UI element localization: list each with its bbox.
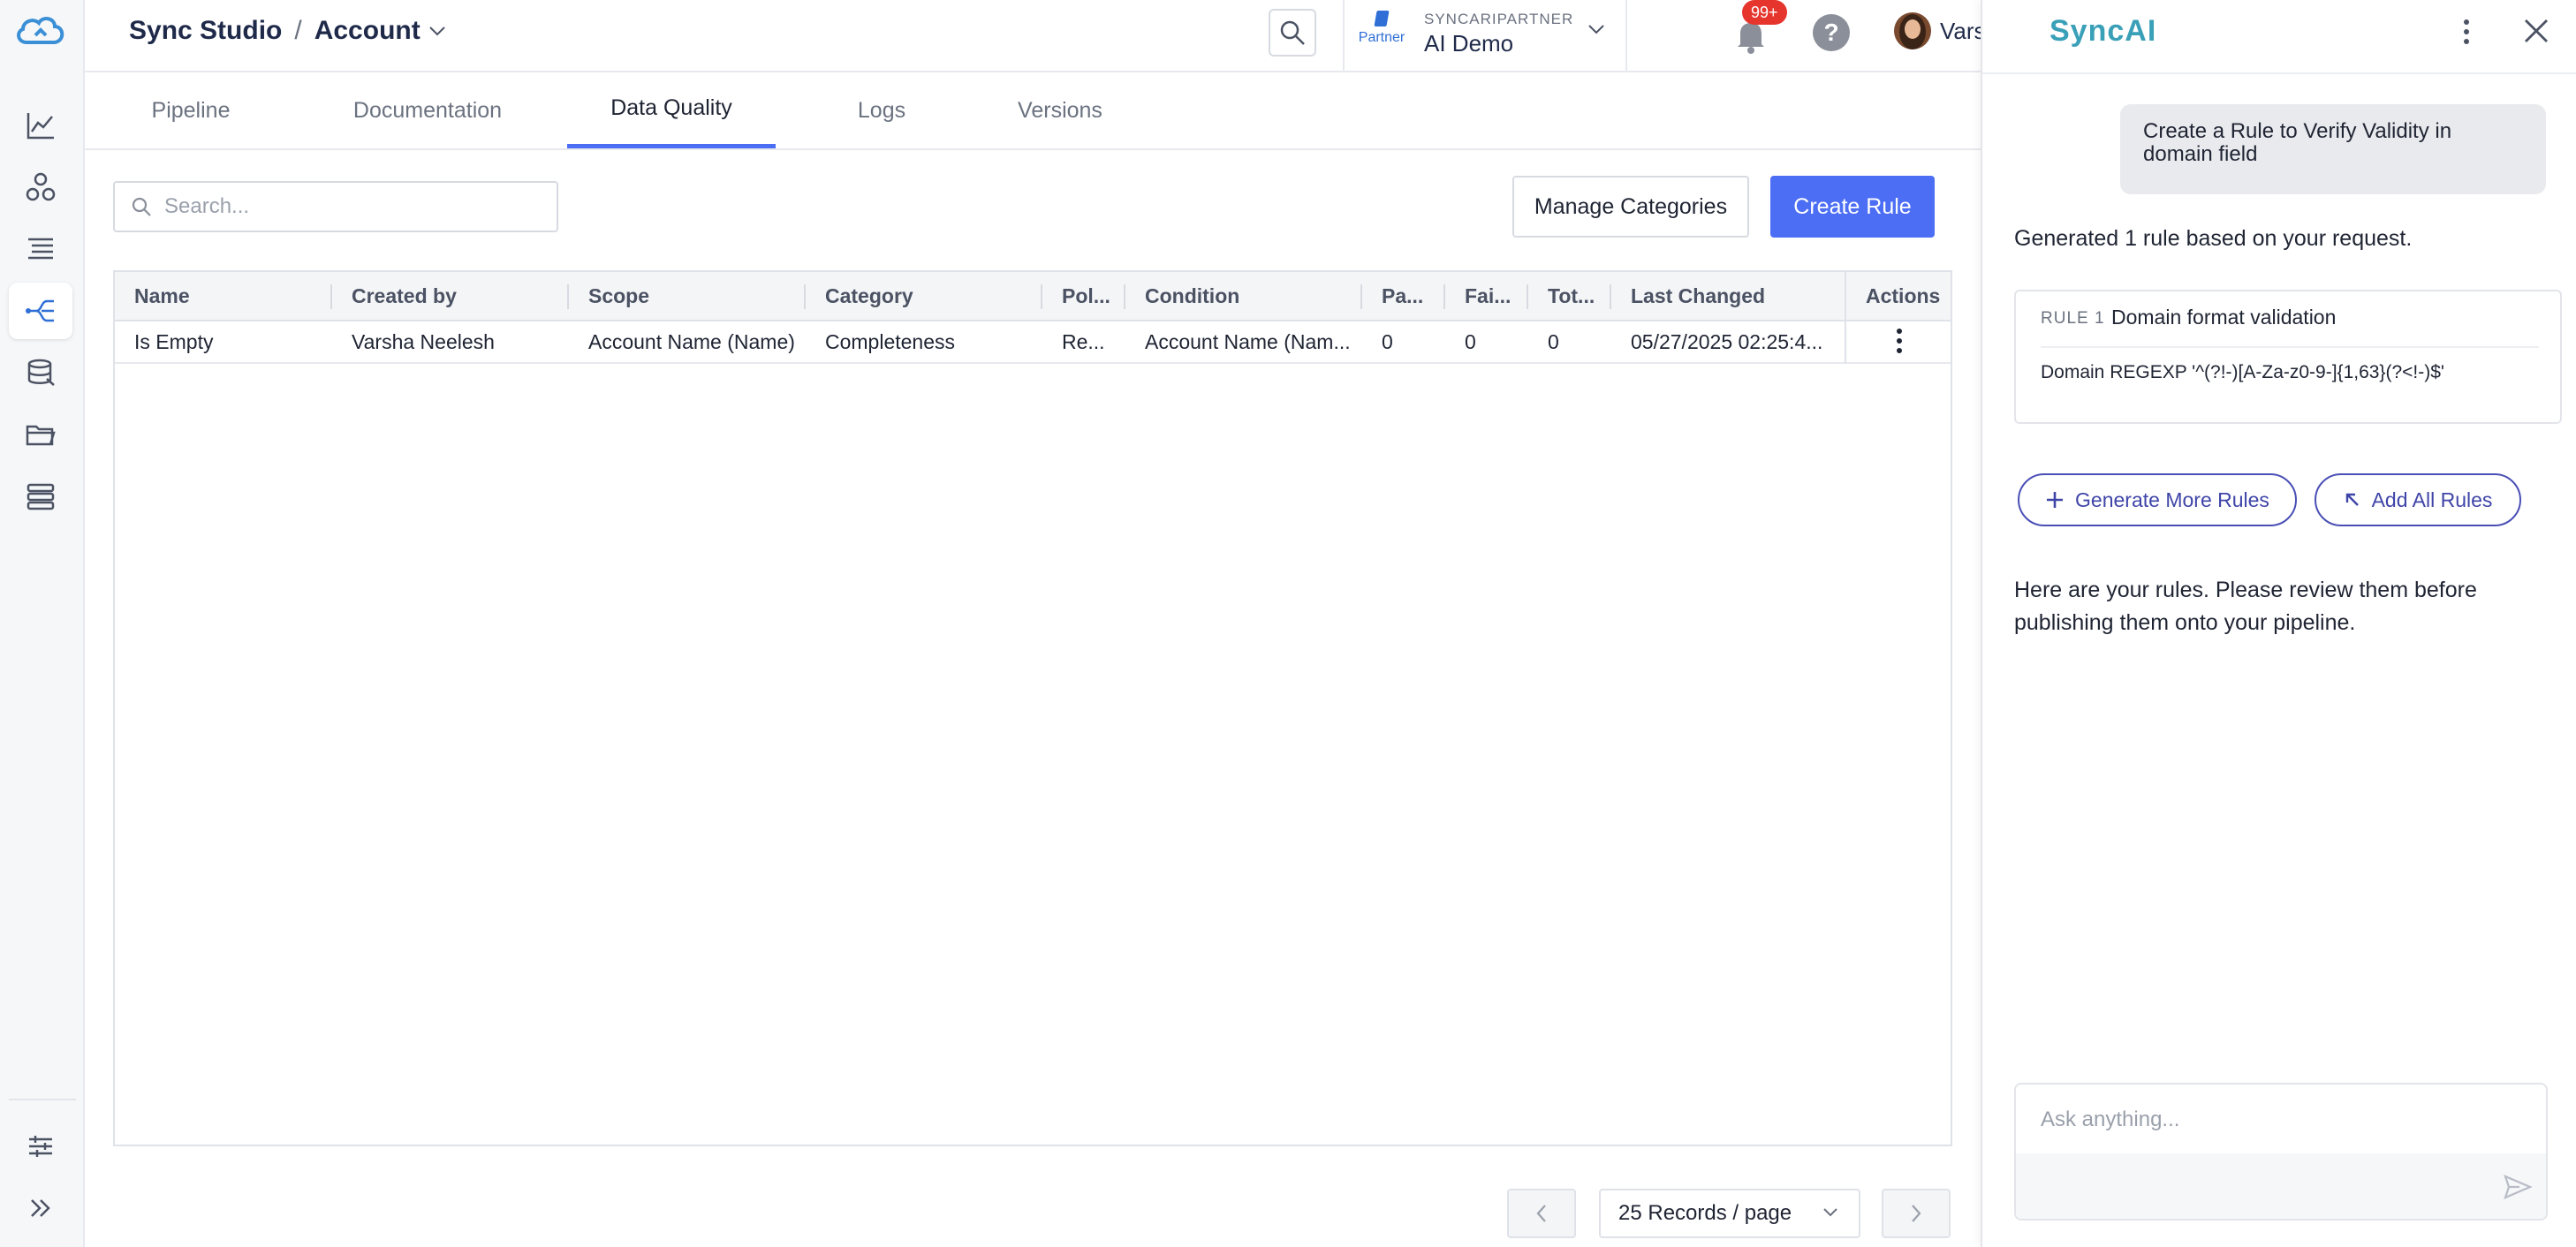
partner-logo: Partner	[1359, 11, 1405, 55]
cell-category: Completeness	[825, 329, 956, 353]
generate-more-rules-button[interactable]: Generate More Rules	[2018, 473, 2297, 526]
column-header-total[interactable]: Tot...	[1528, 272, 1610, 320]
breadcrumb: Sync Studio / Account	[129, 16, 447, 46]
user-message-bubble: Create a Rule to Verify Validity in doma…	[2120, 104, 2546, 194]
chevron-down-icon	[428, 26, 445, 36]
dashboard-icon[interactable]	[9, 97, 72, 154]
header-search-button[interactable]	[1269, 9, 1316, 57]
top-header: Sync Studio / Account Partner SYNCARIPAR…	[85, 0, 2041, 72]
column-header-condition[interactable]: Condition	[1125, 272, 1360, 320]
add-all-rules-button[interactable]: Add All Rules	[2315, 473, 2521, 526]
cell-condition: Account Name (Nam...	[1145, 329, 1351, 353]
left-nav-rail	[0, 0, 85, 1247]
breadcrumb-current[interactable]: Account	[314, 16, 447, 46]
tab-pipeline[interactable]: Pipeline	[129, 72, 253, 148]
breadcrumb-root[interactable]: Sync Studio	[129, 16, 282, 46]
panel-divider	[1982, 72, 2576, 74]
rule-name: Domain format validation	[2111, 306, 2337, 329]
expand-icon[interactable]	[9, 1180, 72, 1236]
notification-badge: 99+	[1742, 0, 1787, 25]
cell-failed: 0	[1465, 329, 1476, 353]
entities-icon[interactable]	[9, 159, 72, 215]
column-header-category[interactable]: Category	[806, 272, 1041, 320]
breadcrumb-separator: /	[294, 16, 302, 45]
table-row[interactable]: Is Empty Varsha Neelesh Account Name (Na…	[115, 321, 1951, 364]
create-rule-button[interactable]: Create Rule	[1770, 176, 1935, 238]
avatar[interactable]	[1894, 12, 1931, 49]
chevron-left-icon	[1536, 1205, 1546, 1222]
chat-input-box	[2014, 1083, 2548, 1221]
app-logo-icon[interactable]	[14, 12, 67, 48]
chevron-down-icon	[1823, 1208, 1837, 1217]
tab-data-quality[interactable]: Data Quality	[567, 72, 776, 148]
chevron-right-icon	[1912, 1205, 1921, 1222]
cell-name: Is Empty	[134, 329, 214, 353]
rail-divider	[9, 1099, 76, 1100]
tab-bar: Pipeline Documentation Data Quality Logs…	[85, 72, 1981, 150]
column-header-scope[interactable]: Scope	[569, 272, 804, 320]
rule-card-divider	[2041, 346, 2539, 348]
rule-number-label: RULE 1	[2041, 309, 2105, 328]
data-icon[interactable]	[9, 344, 72, 401]
column-header-name[interactable]: Name	[115, 272, 330, 320]
syncai-panel: SyncAI Create a Rule to Verify Validity …	[1981, 0, 2576, 1247]
help-icon[interactable]: ?	[1813, 14, 1850, 51]
avatar-face	[1905, 19, 1921, 39]
chevron-down-icon	[1588, 25, 1604, 34]
search-input[interactable]	[164, 194, 535, 219]
column-header-failed[interactable]: Fai...	[1445, 272, 1527, 320]
cell-scope: Account Name (Name)	[588, 329, 795, 353]
manage-categories-button[interactable]: Manage Categories	[1512, 176, 1749, 238]
cell-policy: Re...	[1062, 329, 1105, 353]
org-type-label: SYNCARIPARTNER	[1424, 11, 1574, 27]
cell-total: 0	[1548, 329, 1559, 353]
search-box	[113, 181, 558, 232]
column-header-policy[interactable]: Pol...	[1042, 272, 1124, 320]
chat-input[interactable]	[2041, 1102, 2518, 1137]
settings-sliders-icon[interactable]	[9, 1118, 72, 1175]
rules-table: Name Created by Scope Category Pol... Co…	[113, 270, 1952, 1146]
row-actions-kebab-icon[interactable]	[1890, 323, 1908, 359]
plus-icon	[2047, 492, 2064, 508]
ai-summary: Generated 1 rule based on your request.	[2014, 226, 2413, 251]
tab-logs[interactable]: Logs	[829, 72, 935, 148]
rule-card[interactable]: RULE 1 Domain format validation Domain R…	[2014, 290, 2562, 424]
storage-icon[interactable]	[9, 468, 72, 525]
folder-icon[interactable]	[9, 406, 72, 463]
cell-passed: 0	[1382, 329, 1393, 353]
partner-logo-text: Partner	[1358, 30, 1405, 45]
arrow-up-left-icon	[2345, 493, 2359, 506]
column-header-created-by[interactable]: Created by	[332, 272, 567, 320]
next-page-button[interactable]	[1882, 1189, 1951, 1238]
generate-more-rules-label: Generate More Rules	[2075, 487, 2269, 511]
search-icon	[132, 197, 151, 216]
prev-page-button[interactable]	[1507, 1189, 1576, 1238]
pipeline-icon[interactable]	[9, 283, 72, 339]
tab-documentation[interactable]: Documentation	[323, 72, 532, 148]
page-size-select[interactable]: 25 Records / page	[1599, 1189, 1860, 1238]
breadcrumb-current-label: Account	[314, 16, 420, 45]
cell-created-by: Varsha Neelesh	[352, 329, 495, 353]
close-icon[interactable]	[2521, 16, 2551, 46]
cell-last-changed: 05/27/2025 02:25:4...	[1631, 329, 1823, 353]
header-divider	[1625, 0, 1627, 71]
table-header: Name Created by Scope Category Pol... Co…	[115, 272, 1951, 321]
panel-title: SyncAI	[2049, 14, 2157, 48]
search-icon	[1280, 20, 1305, 45]
tab-versions[interactable]: Versions	[989, 72, 1131, 148]
list-icon[interactable]	[9, 221, 72, 277]
rule-expression: Domain REGEXP '^(?!-)[A-Za-z0-9-]{1,63}(…	[2041, 362, 2444, 382]
send-icon[interactable]	[2502, 1171, 2534, 1203]
ai-followup-message: Here are your rules. Please review them …	[2014, 578, 2477, 635]
org-switcher[interactable]: Partner SYNCARIPARTNER AI Demo	[1359, 7, 1615, 64]
column-header-passed[interactable]: Pa...	[1362, 272, 1443, 320]
partner-logo-mark	[1374, 11, 1390, 26]
chat-input-footer	[2016, 1153, 2546, 1219]
column-header-last-changed[interactable]: Last Changed	[1611, 272, 1843, 320]
add-all-rules-label: Add All Rules	[2371, 487, 2493, 511]
panel-more-icon[interactable]	[2458, 16, 2475, 48]
org-name: AI Demo	[1424, 30, 1514, 57]
page-size-label: 25 Records / page	[1618, 1201, 1792, 1225]
header-divider	[1343, 0, 1345, 71]
